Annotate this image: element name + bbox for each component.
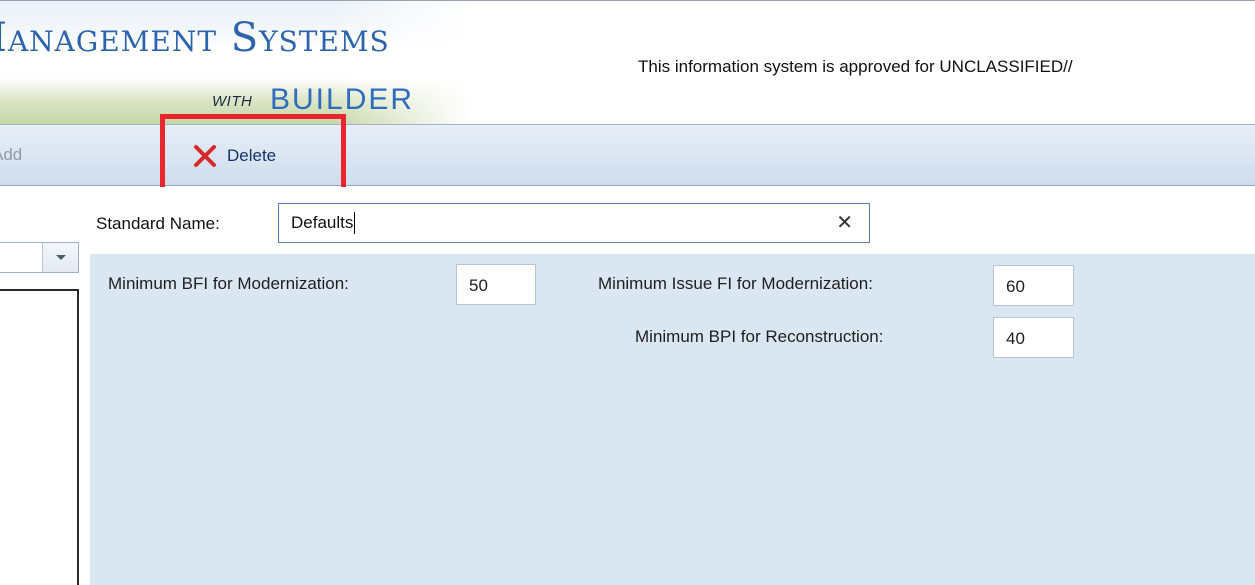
delete-icon [194,145,216,167]
app-header: Management Systems WITH BUILDER This inf… [0,0,1255,125]
min-bfi-label: Minimum BFI for Modernization: [108,274,349,293]
chevron-down-icon [55,254,66,260]
min-issue-fi-input[interactable]: 60 [993,265,1074,306]
toolbar: Add Delete [0,124,1255,186]
dropdown-arrow[interactable] [42,243,78,272]
form-panel: Minimum BFI for Modernization: 50 Minimu… [90,254,1255,585]
logo-title: Management Systems [0,15,390,61]
min-bfi-input[interactable]: 50 [456,264,536,305]
app-logo: Management Systems WITH BUILDER [0,1,470,125]
logo-with: WITH [212,93,253,110]
min-issue-fi-label: Minimum Issue FI for Modernization: [598,274,873,293]
standard-name-value: Defaults [291,213,354,232]
standard-name-input[interactable]: Defaults ✕ [278,203,870,243]
classification-banner: This information system is approved for … [638,57,1073,76]
delete-button[interactable]: Delete [192,141,276,171]
add-button-label: Add [0,145,23,164]
min-bpi-label: Minimum BPI for Reconstruction: [635,327,884,346]
left-list-box[interactable] [0,289,79,585]
clear-icon[interactable]: ✕ [836,213,853,233]
min-bpi-input[interactable]: 40 [993,317,1074,358]
delete-button-label: Delete [227,146,277,165]
left-dropdown[interactable] [0,242,79,273]
standard-name-row: Standard Name: Defaults ✕ [0,187,1255,254]
text-caret [354,212,356,234]
standard-name-label: Standard Name: [96,214,220,233]
add-button[interactable]: Add [0,145,56,167]
logo-builder: BUILDER [270,83,415,116]
